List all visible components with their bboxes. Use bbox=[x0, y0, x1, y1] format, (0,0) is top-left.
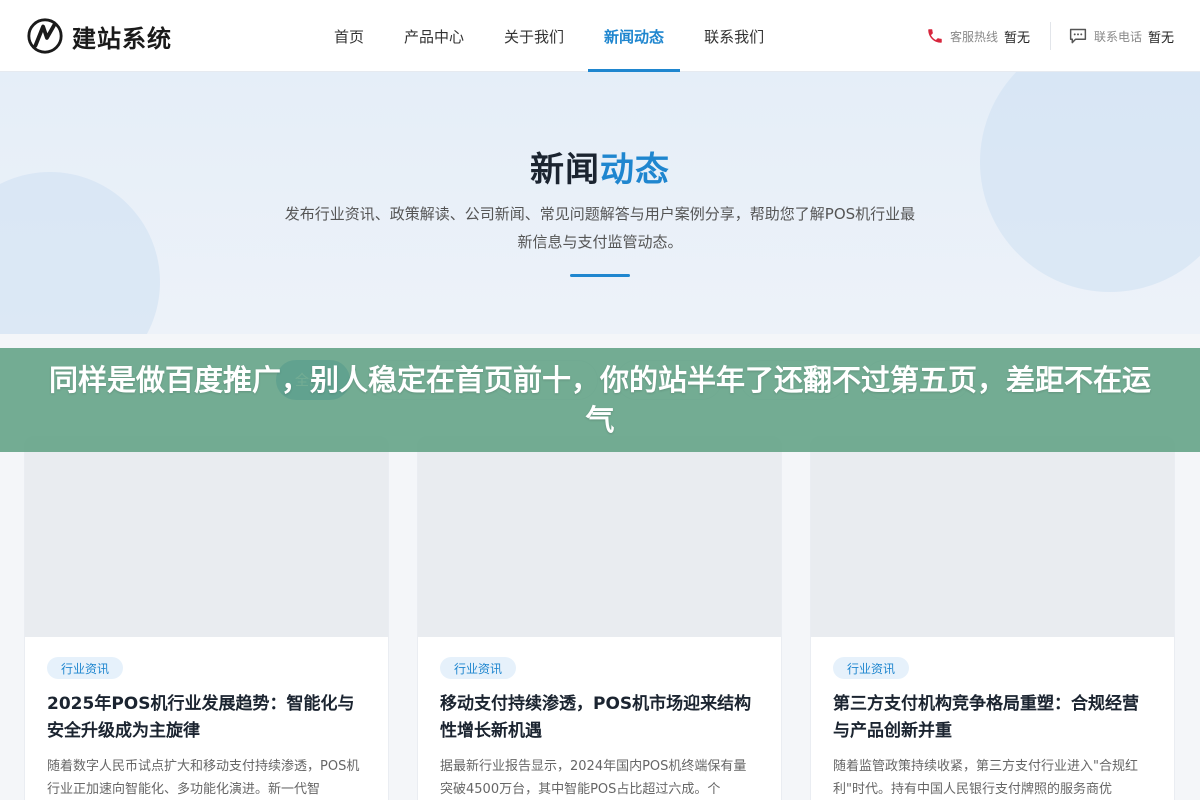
logo-icon bbox=[27, 18, 63, 54]
headline-banner: 同样是做百度推广，别人稳定在首页前十，你的站半年了还翻不过第五页，差距不在运气 bbox=[0, 348, 1200, 452]
card-tag: 行业资讯 bbox=[440, 657, 517, 679]
title-underline bbox=[570, 274, 630, 277]
news-card[interactable]: 行业资讯 2025年POS机行业发展趋势：智能化与安全升级成为主旋律 随着数字人… bbox=[24, 436, 389, 800]
card-summary: 随着数字人民币试点扩大和移动支付持续渗透，POS机行业正加速向智能化、多功能化演… bbox=[47, 759, 360, 797]
site-header: 建站系统 首页 产品中心 关于我们 新闻动态 联系我们 客服热线 暂无 联系电话… bbox=[0, 0, 1200, 72]
card-tag: 行业资讯 bbox=[47, 657, 124, 679]
card-title[interactable]: 移动支付持续渗透，POS机市场迎来结构性增长新机遇 bbox=[440, 691, 759, 745]
decorative-circle bbox=[0, 172, 160, 334]
header-divider bbox=[1050, 22, 1051, 50]
page-title-accent: 动态 bbox=[600, 150, 670, 190]
hotline-value: 暂无 bbox=[1004, 30, 1031, 46]
hotline-label: 客服热线 bbox=[950, 29, 999, 44]
page-description: 发布行业资讯、政策解读、公司新闻、常见问题解答与用户案例分享，帮助您了解POS机… bbox=[284, 205, 916, 251]
card-title[interactable]: 第三方支付机构竞争格局重塑：合规经营与产品创新并重 bbox=[833, 691, 1152, 745]
card-image-placeholder bbox=[418, 437, 781, 637]
nav-item-about[interactable]: 关于我们 bbox=[488, 0, 580, 72]
card-title[interactable]: 2025年POS机行业发展趋势：智能化与安全升级成为主旋律 bbox=[47, 691, 366, 745]
page-title-main: 新闻 bbox=[530, 150, 600, 190]
hero-section: 新闻动态 发布行业资讯、政策解读、公司新闻、常见问题解答与用户案例分享，帮助您了… bbox=[0, 72, 1200, 334]
news-card[interactable]: 行业资讯 移动支付持续渗透，POS机市场迎来结构性增长新机遇 据最新行业报告显示… bbox=[417, 436, 782, 800]
nav-item-news[interactable]: 新闻动态 bbox=[588, 0, 681, 72]
chat-icon bbox=[1069, 28, 1087, 44]
page-title: 新闻动态 bbox=[0, 142, 1200, 191]
phone-contact[interactable]: 联系电话 暂无 bbox=[1068, 0, 1174, 72]
nav-item-home[interactable]: 首页 bbox=[318, 0, 380, 72]
phone-label: 联系电话 bbox=[1094, 29, 1143, 44]
brand-name: 建站系统 bbox=[72, 24, 172, 53]
nav-item-contact[interactable]: 联系我们 bbox=[688, 0, 780, 72]
card-summary: 据最新行业报告显示，2024年国内POS机终端保有量突破4500万台，其中智能P… bbox=[440, 759, 747, 797]
phone-value: 暂无 bbox=[1148, 30, 1175, 46]
card-tag: 行业资讯 bbox=[833, 657, 910, 679]
card-image-placeholder bbox=[25, 437, 388, 637]
news-card[interactable]: 行业资讯 第三方支付机构竞争格局重塑：合规经营与产品创新并重 随着监管政策持续收… bbox=[810, 436, 1175, 800]
main-nav: 首页 产品中心 关于我们 新闻动态 联系我们 bbox=[318, 0, 788, 72]
hotline-contact[interactable]: 客服热线 暂无 bbox=[926, 0, 1030, 72]
card-image-placeholder bbox=[811, 437, 1174, 637]
banner-text: 同样是做百度推广，别人稳定在首页前十，你的站半年了还翻不过第五页，差距不在运气 bbox=[48, 363, 1151, 437]
logo[interactable]: 建站系统 bbox=[26, 16, 172, 56]
nav-item-products[interactable]: 产品中心 bbox=[388, 0, 480, 72]
card-summary: 随着监管政策持续收紧，第三方支付行业进入"合规红利"时代。持有中国人民银行支付牌… bbox=[833, 759, 1138, 797]
phone-icon bbox=[928, 29, 942, 43]
